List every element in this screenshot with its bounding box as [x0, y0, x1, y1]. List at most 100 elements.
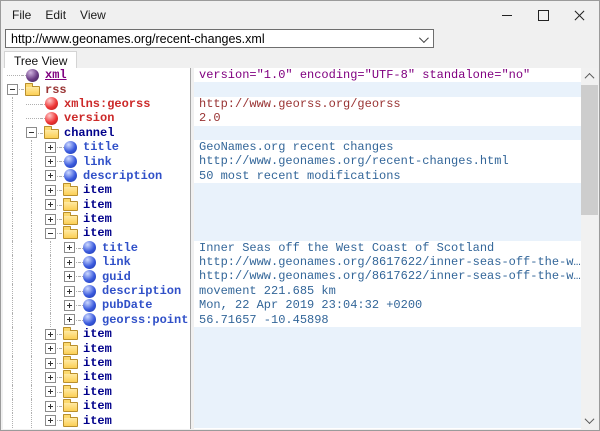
- tree-node-item[interactable]: item: [3, 413, 190, 427]
- plus-icon[interactable]: [64, 242, 75, 253]
- expander-plus-icon[interactable]: [41, 327, 60, 341]
- plus-icon[interactable]: [45, 415, 56, 426]
- expander-plus-icon[interactable]: [60, 255, 79, 269]
- tree-node-label[interactable]: title: [80, 140, 119, 154]
- plus-icon[interactable]: [45, 142, 56, 153]
- plus-icon[interactable]: [64, 314, 75, 325]
- tree-node-label[interactable]: guid: [99, 270, 131, 284]
- tree-node-guid[interactable]: guid: [3, 269, 190, 283]
- tree-node-label[interactable]: channel: [61, 126, 114, 140]
- scroll-up-button[interactable]: [581, 68, 598, 85]
- expander-plus-icon[interactable]: [41, 154, 60, 168]
- tree-node-version[interactable]: version: [3, 111, 190, 125]
- expander-minus-icon[interactable]: [3, 82, 22, 96]
- tree-node-xml[interactable]: xml: [3, 68, 190, 82]
- expander-plus-icon[interactable]: [41, 413, 60, 427]
- scrollbar-thumb[interactable]: [581, 85, 598, 215]
- tree-node-label[interactable]: version: [61, 111, 114, 125]
- menu-edit[interactable]: Edit: [38, 5, 73, 25]
- expander-plus-icon[interactable]: [41, 169, 60, 183]
- tree-node-title[interactable]: title: [3, 241, 190, 255]
- tree-node-item[interactable]: item: [3, 198, 190, 212]
- tree-node-label[interactable]: item: [80, 342, 112, 356]
- tree-node-link[interactable]: link: [3, 154, 190, 168]
- tree-node-label[interactable]: item: [80, 356, 112, 370]
- tree-node-label[interactable]: link: [99, 255, 131, 269]
- tree-node-xmlns:georss[interactable]: xmlns:georss: [3, 97, 190, 111]
- expander-plus-icon[interactable]: [41, 341, 60, 355]
- tree-node-item[interactable]: item: [3, 183, 190, 197]
- plus-icon[interactable]: [45, 199, 56, 210]
- expander-plus-icon[interactable]: [41, 370, 60, 384]
- vertical-scrollbar[interactable]: [581, 68, 598, 429]
- expander-plus-icon[interactable]: [60, 269, 79, 283]
- tree-node-link[interactable]: link: [3, 255, 190, 269]
- tree-node-label[interactable]: description: [99, 284, 181, 298]
- tree-node-pubDate[interactable]: pubDate: [3, 298, 190, 312]
- expander-plus-icon[interactable]: [41, 399, 60, 413]
- plus-icon[interactable]: [45, 372, 56, 383]
- tree-node-label[interactable]: item: [80, 212, 112, 226]
- plus-icon[interactable]: [45, 185, 56, 196]
- plus-icon[interactable]: [45, 214, 56, 225]
- plus-icon[interactable]: [45, 170, 56, 181]
- tree-node-label[interactable]: item: [80, 414, 112, 428]
- tree-node-label[interactable]: item: [80, 198, 112, 212]
- scroll-down-button[interactable]: [581, 412, 598, 429]
- tree-node-label[interactable]: item: [80, 399, 112, 413]
- plus-icon[interactable]: [45, 156, 56, 167]
- minus-icon[interactable]: [26, 127, 37, 138]
- tree-node-label[interactable]: description: [80, 169, 162, 183]
- plus-icon[interactable]: [45, 343, 56, 354]
- tree-node-item[interactable]: item: [3, 370, 190, 384]
- tree-node-title[interactable]: title: [3, 140, 190, 154]
- tree-node-label[interactable]: rss: [42, 83, 67, 97]
- expander-plus-icon[interactable]: [60, 298, 79, 312]
- tree-node-label[interactable]: link: [80, 155, 112, 169]
- expander-minus-icon[interactable]: [22, 126, 41, 140]
- expander-plus-icon[interactable]: [41, 140, 60, 154]
- url-combobox[interactable]: http://www.geonames.org/recent-changes.x…: [5, 29, 434, 48]
- tree-node-item[interactable]: item: [3, 212, 190, 226]
- expander-plus-icon[interactable]: [60, 241, 79, 255]
- maximize-button[interactable]: [525, 3, 561, 27]
- tree-node-item[interactable]: item: [3, 226, 190, 240]
- tree-node-item[interactable]: item: [3, 385, 190, 399]
- expander-plus-icon[interactable]: [41, 183, 60, 197]
- plus-icon[interactable]: [64, 300, 75, 311]
- expander-minus-icon[interactable]: [41, 226, 60, 240]
- plus-icon[interactable]: [45, 358, 56, 369]
- expander-plus-icon[interactable]: [60, 313, 79, 327]
- tree-node-georss:point[interactable]: georss:point: [3, 313, 190, 327]
- tree-node-item[interactable]: item: [3, 399, 190, 413]
- chevron-down-icon[interactable]: [419, 33, 429, 43]
- plus-icon[interactable]: [64, 257, 75, 268]
- tree-node-label[interactable]: item: [80, 226, 112, 240]
- tab-tree-view[interactable]: Tree View: [4, 51, 77, 69]
- tree-node-channel[interactable]: channel: [3, 126, 190, 140]
- plus-icon[interactable]: [45, 329, 56, 340]
- expander-plus-icon[interactable]: [60, 284, 79, 298]
- plus-icon[interactable]: [45, 401, 56, 412]
- tree-node-item[interactable]: item: [3, 327, 190, 341]
- tree-node-item[interactable]: item: [3, 341, 190, 355]
- tree-node-label[interactable]: item: [80, 327, 112, 341]
- tree-node-description[interactable]: description: [3, 284, 190, 298]
- expander-plus-icon[interactable]: [41, 198, 60, 212]
- menu-view[interactable]: View: [73, 5, 113, 25]
- menu-file[interactable]: File: [5, 5, 38, 25]
- tree-node-label[interactable]: georss:point: [99, 313, 188, 327]
- plus-icon[interactable]: [45, 386, 56, 397]
- tree-node-label[interactable]: xmlns:georss: [61, 97, 150, 111]
- plus-icon[interactable]: [64, 286, 75, 297]
- expander-plus-icon[interactable]: [41, 356, 60, 370]
- minus-icon[interactable]: [7, 84, 18, 95]
- minimize-button[interactable]: [489, 3, 525, 27]
- tree-node-label[interactable]: title: [99, 241, 138, 255]
- tree-node-label[interactable]: pubDate: [99, 298, 152, 312]
- expander-plus-icon[interactable]: [41, 385, 60, 399]
- tree-node-description[interactable]: description: [3, 169, 190, 183]
- tree-node-label[interactable]: xml: [42, 68, 67, 82]
- tree-node-item[interactable]: item: [3, 356, 190, 370]
- tree-node-rss[interactable]: rss: [3, 82, 190, 96]
